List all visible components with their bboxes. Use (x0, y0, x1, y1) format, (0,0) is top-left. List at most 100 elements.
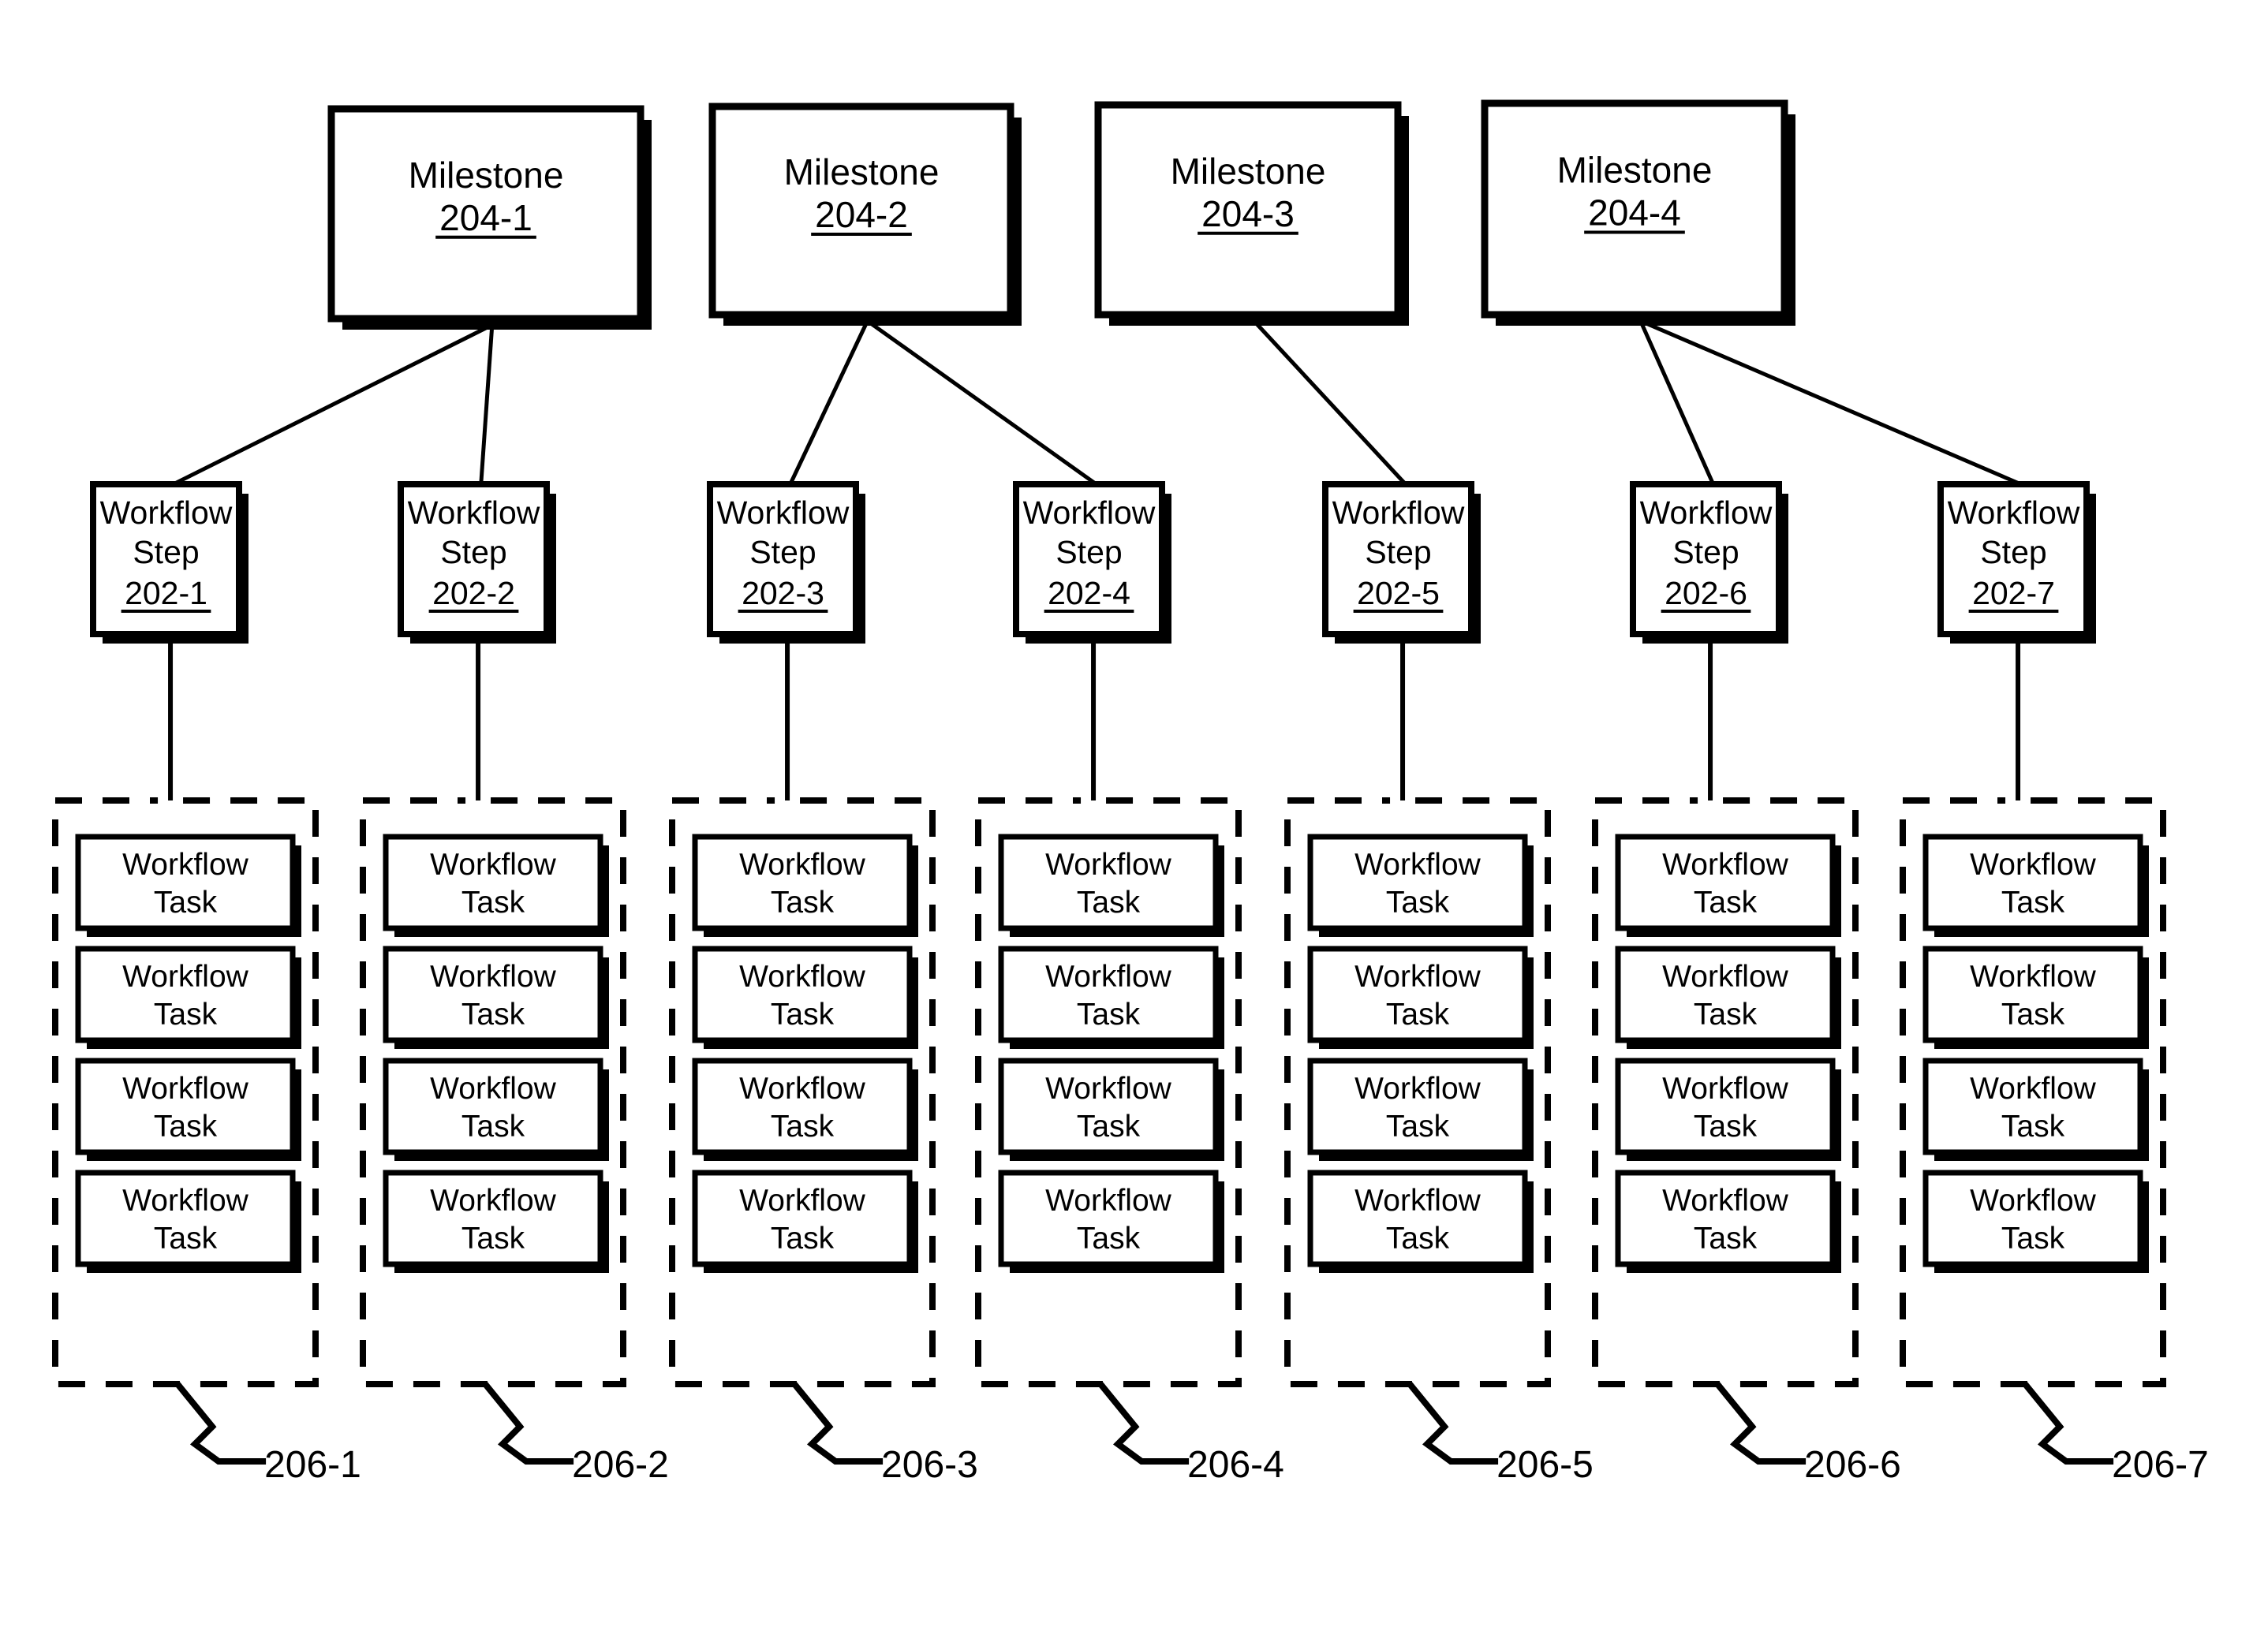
task-box-206-1-4[interactable]: Workflow Task (75, 1170, 301, 1273)
milestone-box-204-1[interactable]: Milestone204-1 (327, 105, 652, 330)
step-line1-202-7: Workflow (1948, 494, 2080, 531)
task-line1-206-4-3: Workflow (1045, 1072, 1171, 1106)
task-line2-206-7-4: Task (2001, 1222, 2065, 1256)
step-ref-202-1: 202-1 (125, 575, 207, 611)
task-box-206-7-1[interactable]: Workflow Task (1922, 834, 2149, 937)
task-line1-206-5-4: Workflow (1354, 1184, 1481, 1218)
figure-root: Workflow Task Workflow Task Workflow Task Work… (0, 0, 2268, 1627)
task-box-206-1-1[interactable]: Workflow Task (75, 834, 301, 937)
step-ref-202-2: 202-2 (432, 575, 515, 611)
step-box-202-5[interactable]: WorkflowStep 202-5 (1322, 481, 1481, 644)
task-box-206-4-2[interactable]: Workflow Task (998, 946, 1224, 1049)
step-line1-202-4: Workflow (1023, 494, 1156, 531)
task-line1-206-5-1: Workflow (1354, 848, 1481, 882)
milestone-box-204-4[interactable]: Milestone204-4 (1481, 99, 1795, 326)
task-box-206-2-3[interactable]: Workflow Task (383, 1058, 609, 1161)
task-line1-206-4-1: Workflow (1045, 848, 1171, 882)
task-line1-206-1-4: Workflow (122, 1184, 248, 1218)
task-box-206-1-3[interactable]: Workflow Task (75, 1058, 301, 1161)
step-line1-202-5: Workflow (1332, 494, 1465, 531)
task-line1-206-2-2: Workflow (430, 960, 556, 994)
task-line2-206-1-1: Task (154, 886, 218, 920)
step-line2-202-2: Step (440, 534, 506, 570)
step-box-202-2[interactable]: WorkflowStep 202-2 (398, 481, 556, 644)
task-box-206-6-4[interactable]: Workflow Task (1615, 1170, 1841, 1273)
step-line1-202-1: Workflow (100, 494, 233, 531)
task-box-206-6-1[interactable]: Workflow Task (1615, 834, 1841, 937)
task-box-206-5-4[interactable]: Workflow Task (1307, 1170, 1534, 1273)
task-group-ref-206-3: 206-3 (881, 1444, 978, 1486)
connector-204-3-to-202-5 (1252, 319, 1407, 486)
workflow-hierarchy-diagram: Workflow Task Workflow Task Workflow Task Work… (52, 99, 2209, 1486)
step-line1-202-2: Workflow (408, 494, 540, 531)
step-box-202-3[interactable]: WorkflowStep 202-3 (707, 481, 865, 644)
task-line2-206-6-4: Task (1694, 1222, 1758, 1256)
task-box-206-3-2[interactable]: Workflow Task (692, 946, 918, 1049)
step-ref-202-4: 202-4 (1048, 575, 1130, 611)
task-box-206-1-2[interactable]: Workflow Task (75, 946, 301, 1049)
task-box-206-3-3[interactable]: Workflow Task (692, 1058, 918, 1161)
task-line2-206-6-1: Task (1694, 886, 1758, 920)
task-box-206-4-4[interactable]: Workflow Task (998, 1170, 1224, 1273)
milestone-ref-204-3: 204-3 (1201, 193, 1295, 234)
task-line2-206-5-4: Task (1386, 1222, 1450, 1256)
task-box-206-3-4[interactable]: Workflow Task (692, 1170, 918, 1273)
step-box-202-6[interactable]: WorkflowStep 202-6 (1630, 481, 1788, 644)
task-box-206-6-2[interactable]: Workflow Task (1615, 946, 1841, 1049)
leader-line-206-1 (174, 1382, 267, 1465)
step-box-202-7[interactable]: WorkflowStep 202-7 (1937, 481, 2096, 644)
task-line2-206-7-3: Task (2001, 1110, 2065, 1144)
leader-line-206-2 (482, 1382, 574, 1465)
step-box-202-1[interactable]: WorkflowStep 202-1 (90, 481, 248, 644)
task-line1-206-7-2: Workflow (1970, 960, 2096, 994)
task-box-206-4-1[interactable]: Workflow Task (998, 834, 1224, 937)
task-box-206-7-3[interactable]: Workflow Task (1922, 1058, 2149, 1161)
task-line2-206-4-1: Task (1077, 886, 1141, 920)
task-line2-206-3-2: Task (771, 998, 835, 1032)
task-line1-206-6-3: Workflow (1662, 1072, 1788, 1106)
leader-line-206-4 (1097, 1382, 1190, 1465)
task-box-206-6-3[interactable]: Workflow Task (1615, 1058, 1841, 1161)
task-line1-206-7-4: Workflow (1970, 1184, 2096, 1218)
task-line2-206-1-4: Task (154, 1222, 218, 1256)
task-line2-206-4-3: Task (1077, 1110, 1141, 1144)
step-line2-202-3: Step (749, 534, 816, 570)
task-box-206-5-1[interactable]: Workflow Task (1307, 834, 1534, 937)
step-ref-202-6: 202-6 (1665, 575, 1747, 611)
milestone-title-204-3: Milestone (1171, 151, 1326, 192)
task-box-206-2-1[interactable]: Workflow Task (383, 834, 609, 937)
task-box-206-5-3[interactable]: Workflow Task (1307, 1058, 1534, 1161)
task-line2-206-3-4: Task (771, 1222, 835, 1256)
task-box-206-2-2[interactable]: Workflow Task (383, 946, 609, 1049)
step-line1-202-3: Workflow (717, 494, 850, 531)
task-line2-206-2-2: Task (461, 998, 525, 1032)
task-layer: Workflow Task Workflow Task Workflow Task Work… (75, 834, 2149, 1273)
step-line2-202-1: Step (133, 534, 199, 570)
task-box-206-4-3[interactable]: Workflow Task (998, 1058, 1224, 1161)
task-box-206-7-4[interactable]: Workflow Task (1922, 1170, 2149, 1273)
task-line2-206-6-2: Task (1694, 998, 1758, 1032)
milestone-box-204-3[interactable]: Milestone204-3 (1094, 101, 1409, 326)
connector-204-2-to-202-3 (788, 319, 869, 486)
task-box-206-3-1[interactable]: Workflow Task (692, 834, 918, 937)
task-box-206-2-4[interactable]: Workflow Task (383, 1170, 609, 1273)
task-line2-206-4-2: Task (1077, 998, 1141, 1032)
task-line2-206-4-4: Task (1077, 1222, 1141, 1256)
task-line1-206-6-4: Workflow (1662, 1184, 1788, 1218)
milestone-box-204-2[interactable]: Milestone204-2 (708, 103, 1022, 326)
task-box-206-7-2[interactable]: Workflow Task (1922, 946, 2149, 1049)
step-line1-202-6: Workflow (1640, 494, 1773, 531)
task-group-ref-206-7: 206-7 (2112, 1444, 2209, 1486)
step-line2-202-7: Step (1980, 534, 2046, 570)
step-ref-202-3: 202-3 (742, 575, 824, 611)
task-line1-206-1-2: Workflow (122, 960, 248, 994)
step-ref-202-5: 202-5 (1357, 575, 1440, 611)
task-box-206-5-2[interactable]: Workflow Task (1307, 946, 1534, 1049)
step-layer: WorkflowStep202-1WorkflowStep202-2Workfl… (90, 481, 2096, 644)
task-line2-206-3-3: Task (771, 1110, 835, 1144)
step-box-202-4[interactable]: WorkflowStep 202-4 (1013, 481, 1171, 644)
task-line2-206-1-3: Task (154, 1110, 218, 1144)
task-line2-206-7-1: Task (2001, 886, 2065, 920)
step-line2-202-4: Step (1056, 534, 1122, 570)
task-line2-206-2-4: Task (461, 1222, 525, 1256)
